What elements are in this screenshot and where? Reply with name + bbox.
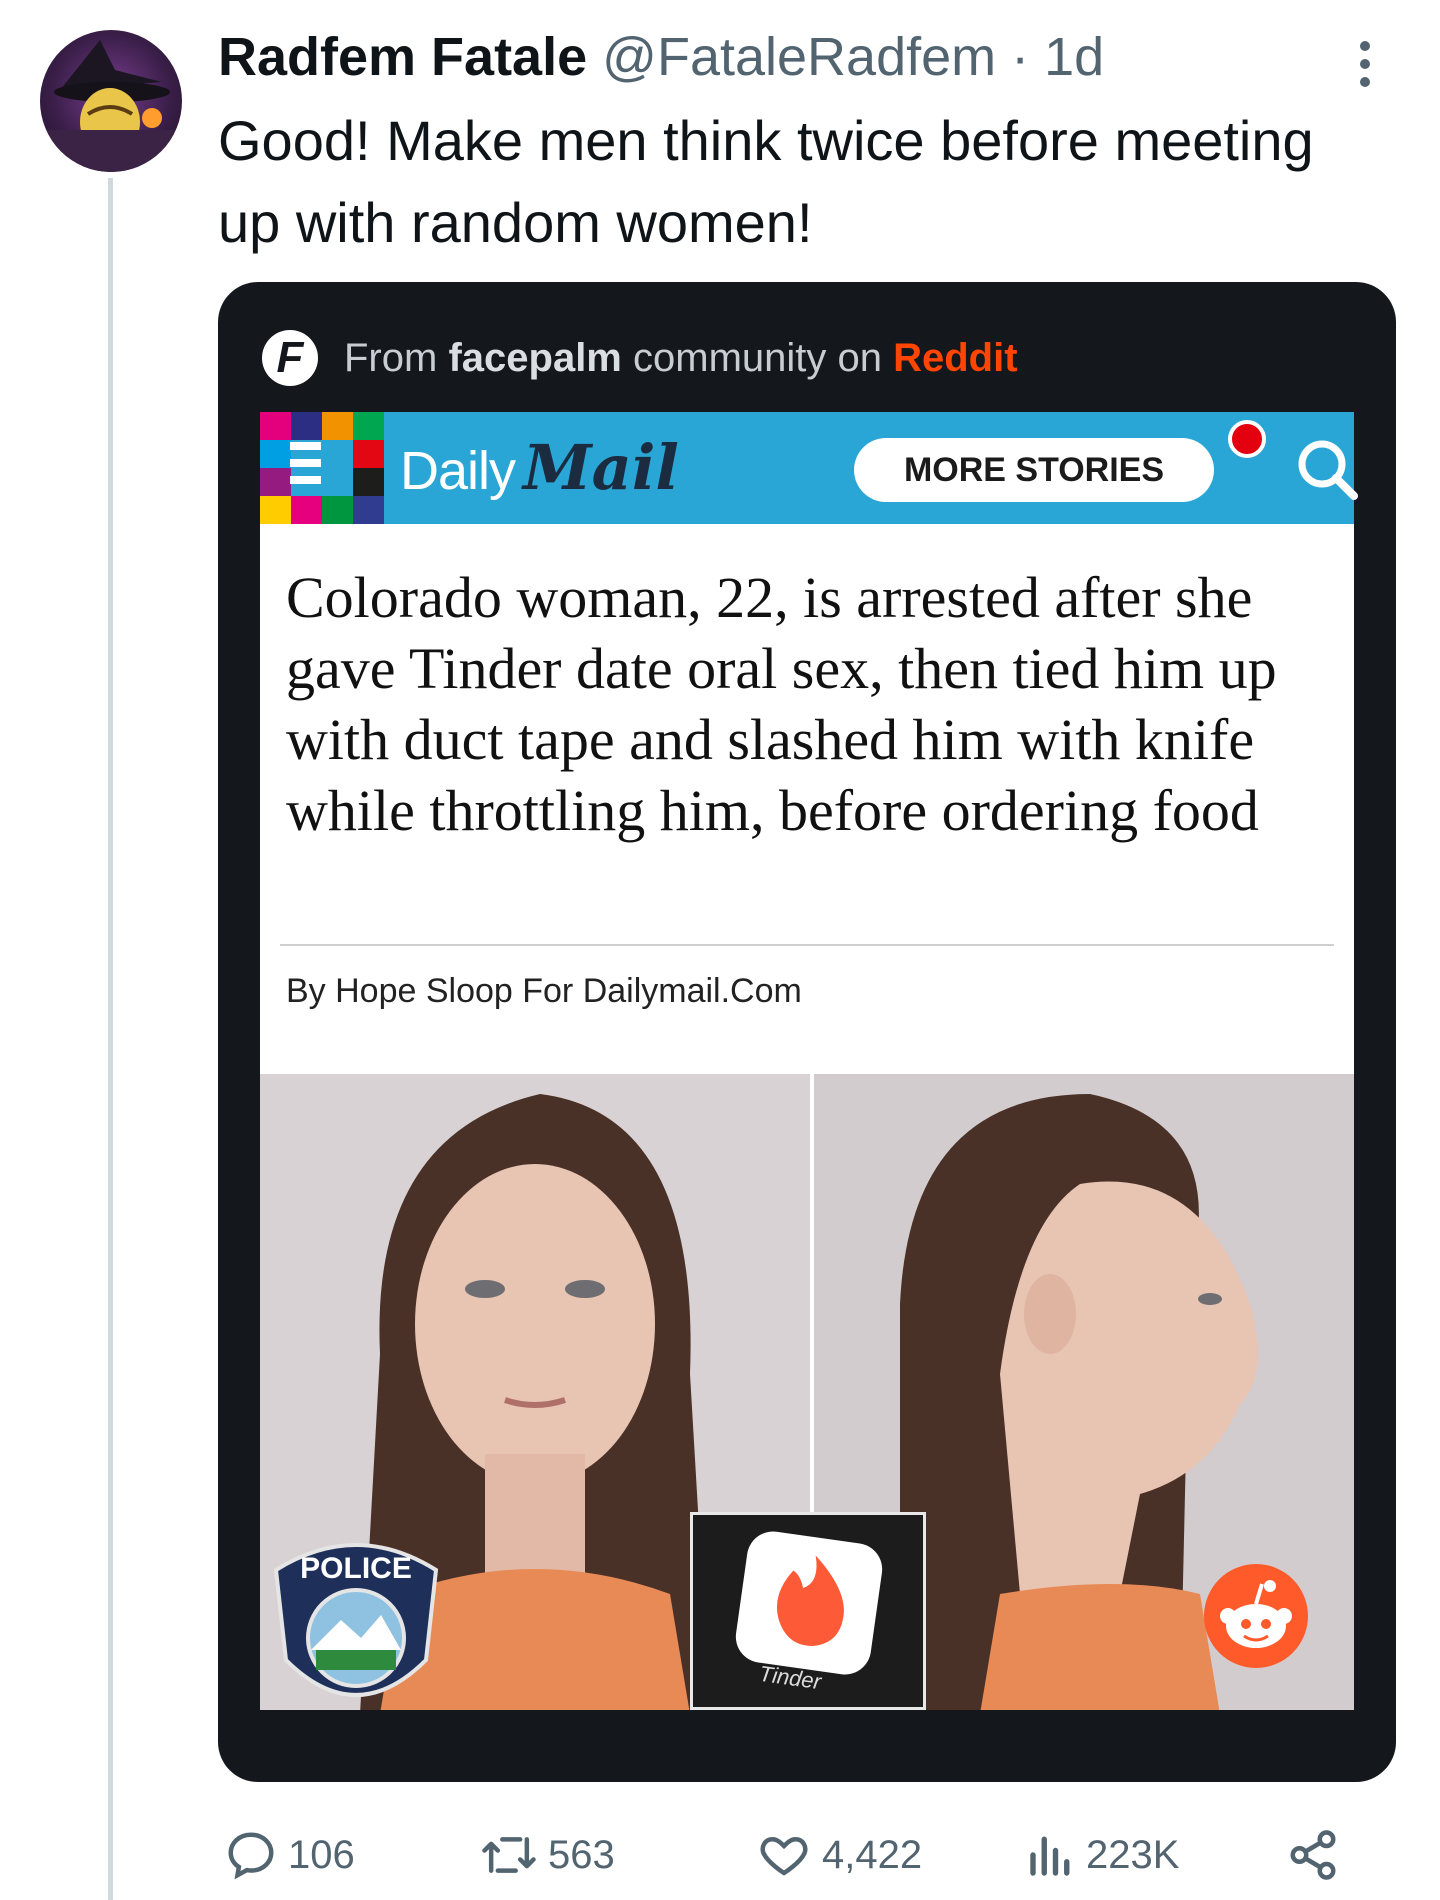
user-avatar[interactable] — [40, 30, 182, 172]
more-stories-button[interactable]: MORE STORIES — [854, 438, 1214, 502]
thread-line — [108, 178, 113, 1900]
heart-icon — [760, 1836, 808, 1876]
reply-button[interactable]: 106 — [224, 1820, 355, 1890]
article-panel: Colorado woman, 22, is arrested after sh… — [260, 524, 1354, 1710]
share-button[interactable] — [1286, 1820, 1350, 1890]
dailymail-logo[interactable]: Daily Mail — [400, 434, 679, 505]
pixel-mosaic-logo — [260, 412, 384, 524]
views-button[interactable]: 223K — [1026, 1820, 1179, 1890]
more-vertical-icon[interactable] — [1350, 36, 1380, 96]
tinder-logo-icon — [732, 1528, 886, 1678]
user-handle[interactable]: @FataleRadfem — [602, 27, 996, 87]
separator-dot: · — [1011, 27, 1030, 87]
article-byline: By Hope Sloop For Dailymail.Com — [286, 972, 802, 1010]
share-icon — [1290, 1830, 1336, 1880]
platform-name: Reddit — [893, 335, 1018, 380]
tinder-app-inset: Tinder — [690, 1512, 926, 1710]
article-headline: Colorado woman, 22, is arrested after sh… — [286, 565, 1277, 843]
logo-daily-text: Daily — [400, 441, 516, 501]
search-icon[interactable] — [1292, 434, 1364, 506]
source-text: From facepalm community on Reddit — [344, 336, 1018, 381]
tweet-actions: 106 563 4,422 223K — [218, 1820, 1398, 1890]
like-button[interactable]: 4,422 — [756, 1820, 922, 1890]
reply-icon — [228, 1832, 274, 1880]
reply-count: 106 — [288, 1832, 355, 1877]
notification-dot — [1228, 420, 1266, 458]
repost-icon — [482, 1837, 536, 1873]
dailymail-header-bar: Daily Mail MORE STORIES — [260, 412, 1358, 524]
mugshot-photos: POLICE Tinder — [260, 1074, 1354, 1710]
embedded-image-card[interactable]: F From facepalm community on Reddit Dail… — [218, 282, 1396, 1782]
logo-mail-text: Mail — [523, 431, 679, 504]
views-count: 223K — [1086, 1832, 1180, 1877]
display-name[interactable]: Radfem Fatale — [218, 27, 587, 87]
menu-icon[interactable] — [290, 442, 321, 484]
repost-count: 563 — [548, 1832, 615, 1877]
source-attribution: F From facepalm community on Reddit — [262, 328, 1018, 388]
timestamp[interactable]: 1d — [1044, 27, 1104, 87]
repost-button[interactable]: 563 — [480, 1820, 615, 1890]
tweet-header: Radfem Fatale @FataleRadfem · 1d — [218, 22, 1104, 92]
community-name: facepalm — [448, 335, 622, 380]
source-prefix: From — [344, 335, 438, 380]
views-icon — [1030, 1836, 1070, 1876]
police-badge-icon: POLICE — [273, 1543, 439, 1697]
police-badge-text: POLICE — [300, 1552, 412, 1585]
tweet-text: Good! Make men think twice before meetin… — [218, 109, 1314, 254]
divider — [280, 944, 1334, 946]
source-middle: community on — [633, 335, 882, 380]
like-count: 4,422 — [822, 1832, 923, 1877]
facepalm-logo-icon: F — [262, 330, 318, 386]
reddit-snoo-icon — [1204, 1564, 1308, 1668]
